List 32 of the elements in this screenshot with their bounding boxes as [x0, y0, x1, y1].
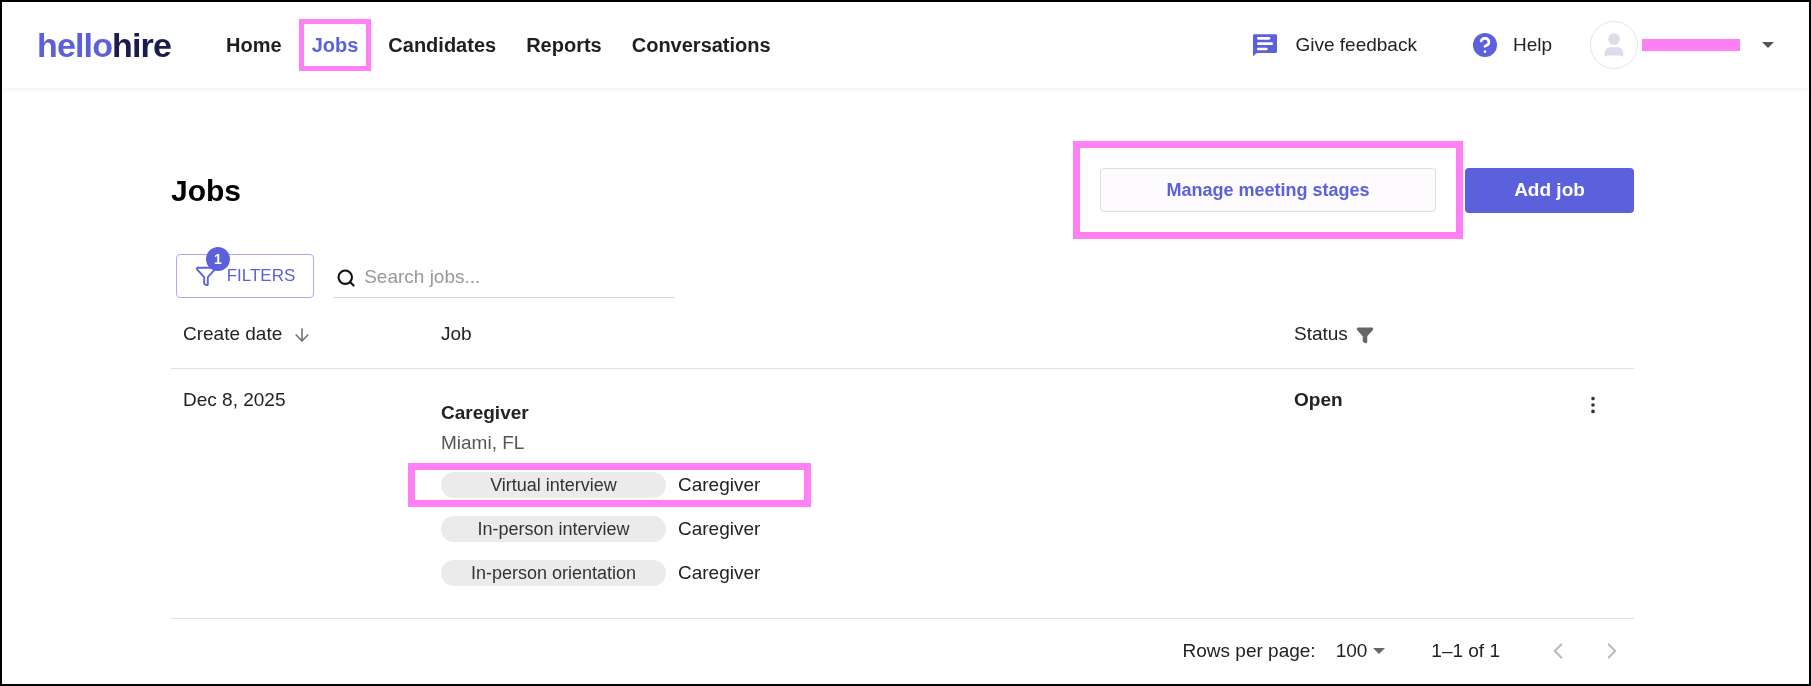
- nav-link[interactable]: Conversations: [618, 19, 784, 71]
- add-job-button[interactable]: Add job: [1465, 167, 1634, 213]
- job-location: Miami, FL: [441, 431, 526, 455]
- stage-tag: In-person interview: [441, 516, 666, 542]
- manage-stages-button[interactable]: Manage meeting stages: [1100, 168, 1436, 212]
- column-header[interactable]: Create date: [183, 320, 283, 349]
- logo[interactable]: hellohire: [37, 19, 172, 71]
- nav-link[interactable]: Home: [213, 19, 295, 71]
- page-range: 1–1 of 1: [1431, 638, 1500, 663]
- search-icon: [336, 266, 357, 289]
- filter-icon[interactable]: [1355, 325, 1374, 344]
- page-title: Jobs: [171, 172, 242, 209]
- stage-tag: Virtual interview: [441, 472, 666, 498]
- feedback-button[interactable]: Give feedback: [1249, 29, 1417, 61]
- column-header: Job: [441, 323, 472, 345]
- help-button[interactable]: Help: [1468, 29, 1552, 61]
- nav-link[interactable]: Candidates: [375, 19, 510, 71]
- rows-per-page-label: Rows per page:: [1182, 638, 1316, 663]
- stage-role: Caregiver: [678, 516, 761, 541]
- nav-link[interactable]: Jobs: [298, 19, 372, 71]
- stage-role: Caregiver: [678, 472, 761, 497]
- job-title: Caregiver: [441, 401, 530, 425]
- nav-link[interactable]: Reports: [513, 19, 615, 71]
- column-header[interactable]: Status: [1294, 320, 1348, 349]
- status-cell-text: Open: [1294, 388, 1343, 412]
- search-field[interactable]: Search jobs...: [364, 263, 674, 292]
- filter-icon: [194, 265, 217, 287]
- stage-tag: In-person orientation: [441, 560, 666, 586]
- caret-icon[interactable]: [1762, 42, 1774, 48]
- rows-per-page-select[interactable]: 100: [1335, 636, 1386, 666]
- date-cell: Dec 8, 2025: [183, 389, 286, 410]
- stage-role: Caregiver: [678, 560, 761, 585]
